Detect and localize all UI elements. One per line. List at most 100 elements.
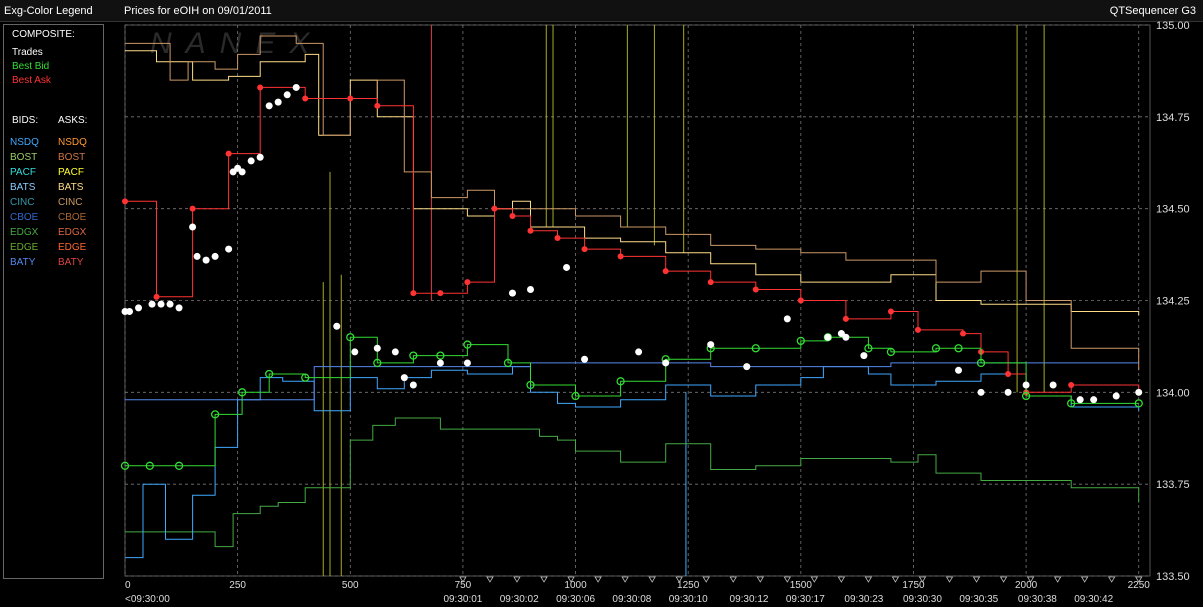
best-ask-point [581, 246, 588, 253]
best-ask-point [153, 293, 160, 300]
trade-point [400, 374, 408, 382]
trade-point [292, 83, 300, 91]
trade-point [256, 153, 264, 161]
trade-point [635, 348, 643, 356]
x-time-label: 09:30:42 [1074, 594, 1113, 605]
x-time-label: 09:30:02 [500, 594, 539, 605]
trade-point [175, 304, 183, 312]
y-tick-label: 134.50 [1156, 204, 1190, 216]
time-marker [729, 576, 737, 583]
best-ask-point [225, 150, 232, 157]
price-chart: NANEX133.50133.75134.00134.25134.50134.7… [120, 20, 1190, 605]
best-ask-point [662, 268, 669, 275]
time-marker [837, 576, 846, 583]
trade-point [202, 256, 210, 264]
best-ask-point [491, 205, 498, 212]
best-ask-point [410, 290, 417, 297]
trade-point [436, 359, 444, 367]
time-marker [513, 576, 521, 583]
x-time-label: 09:30:23 [844, 594, 883, 605]
trade-point [563, 263, 571, 271]
trade-point [274, 98, 282, 106]
x-time-label: 09:30:35 [959, 594, 998, 605]
best-ask-point [617, 253, 624, 260]
time-marker [540, 576, 548, 583]
best-ask-point [1068, 381, 1075, 388]
time-marker [891, 576, 900, 583]
trade-point [166, 300, 174, 308]
x-time-label: <09:30:00 [125, 594, 170, 605]
y-tick-label: 133.50 [1156, 571, 1190, 583]
time-marker [648, 576, 656, 583]
trade-point [463, 359, 471, 367]
best-ask-point [752, 286, 759, 293]
x-time-label: 09:30:38 [1018, 594, 1057, 605]
best-ask-point [707, 279, 714, 286]
time-marker [810, 576, 819, 583]
x-tick-label: 1000 [564, 580, 587, 591]
x-tick-label: 2000 [1015, 580, 1038, 591]
trade-point [1049, 381, 1057, 389]
time-marker [945, 576, 954, 583]
trade-point [1112, 392, 1120, 400]
y-tick-label: 134.75 [1156, 112, 1190, 124]
trade-point [373, 344, 381, 352]
trade-point [1135, 388, 1143, 396]
best-ask-point [914, 326, 921, 333]
trade-point [189, 223, 197, 231]
time-marker [864, 576, 873, 583]
trade-point [860, 352, 868, 360]
best-ask-point [347, 95, 354, 102]
x-time-label: 09:30:01 [443, 594, 482, 605]
best-ask-point [797, 297, 804, 304]
time-marker [1107, 576, 1116, 583]
best-ask-point [189, 205, 196, 212]
best-ask-point [509, 213, 516, 220]
x-tick-label: 1500 [790, 580, 813, 591]
trade-point [265, 102, 273, 110]
trade-point [193, 252, 201, 260]
best-ask-point [257, 84, 264, 91]
time-marker [594, 576, 602, 583]
best-ask-point [122, 198, 128, 205]
trade-point [1076, 396, 1084, 404]
trade-point [955, 366, 963, 374]
time-marker [1080, 576, 1089, 583]
trade-point [126, 308, 134, 316]
trade-point [148, 300, 156, 308]
trade-point [842, 333, 850, 341]
best-ask-point [842, 315, 849, 322]
trade-point [526, 285, 534, 293]
best-ask-point [302, 95, 309, 102]
x-time-label: 09:30:08 [612, 594, 651, 605]
trade-point [707, 341, 715, 349]
trade-point [508, 289, 516, 297]
x-tick-label: 0 [125, 580, 131, 591]
trade-point [283, 91, 291, 99]
time-marker [972, 576, 981, 583]
best-ask-point [887, 308, 894, 315]
x-tick-label: 1250 [677, 580, 700, 591]
trade-point [409, 381, 417, 389]
x-time-label: 09:30:10 [669, 594, 708, 605]
best-ask-point [554, 235, 561, 242]
trade-point [581, 355, 589, 363]
trade-point [351, 348, 359, 356]
x-time-label: 09:30:30 [903, 594, 942, 605]
trade-point [225, 245, 233, 253]
time-marker [621, 576, 629, 583]
best-ask-point [960, 330, 967, 337]
x-time-label: 09:30:12 [730, 594, 769, 605]
time-marker [999, 576, 1008, 583]
trade-point [743, 363, 751, 371]
best-ask-point [437, 290, 444, 297]
x-tick-label: 1750 [902, 580, 925, 591]
trade-point [211, 252, 219, 260]
trade-point [977, 388, 985, 396]
x-tick-label: 500 [342, 580, 359, 591]
trade-point [247, 157, 255, 165]
time-marker [702, 576, 710, 583]
time-marker [486, 576, 494, 583]
trade-point [157, 300, 165, 308]
time-marker [1053, 576, 1062, 583]
